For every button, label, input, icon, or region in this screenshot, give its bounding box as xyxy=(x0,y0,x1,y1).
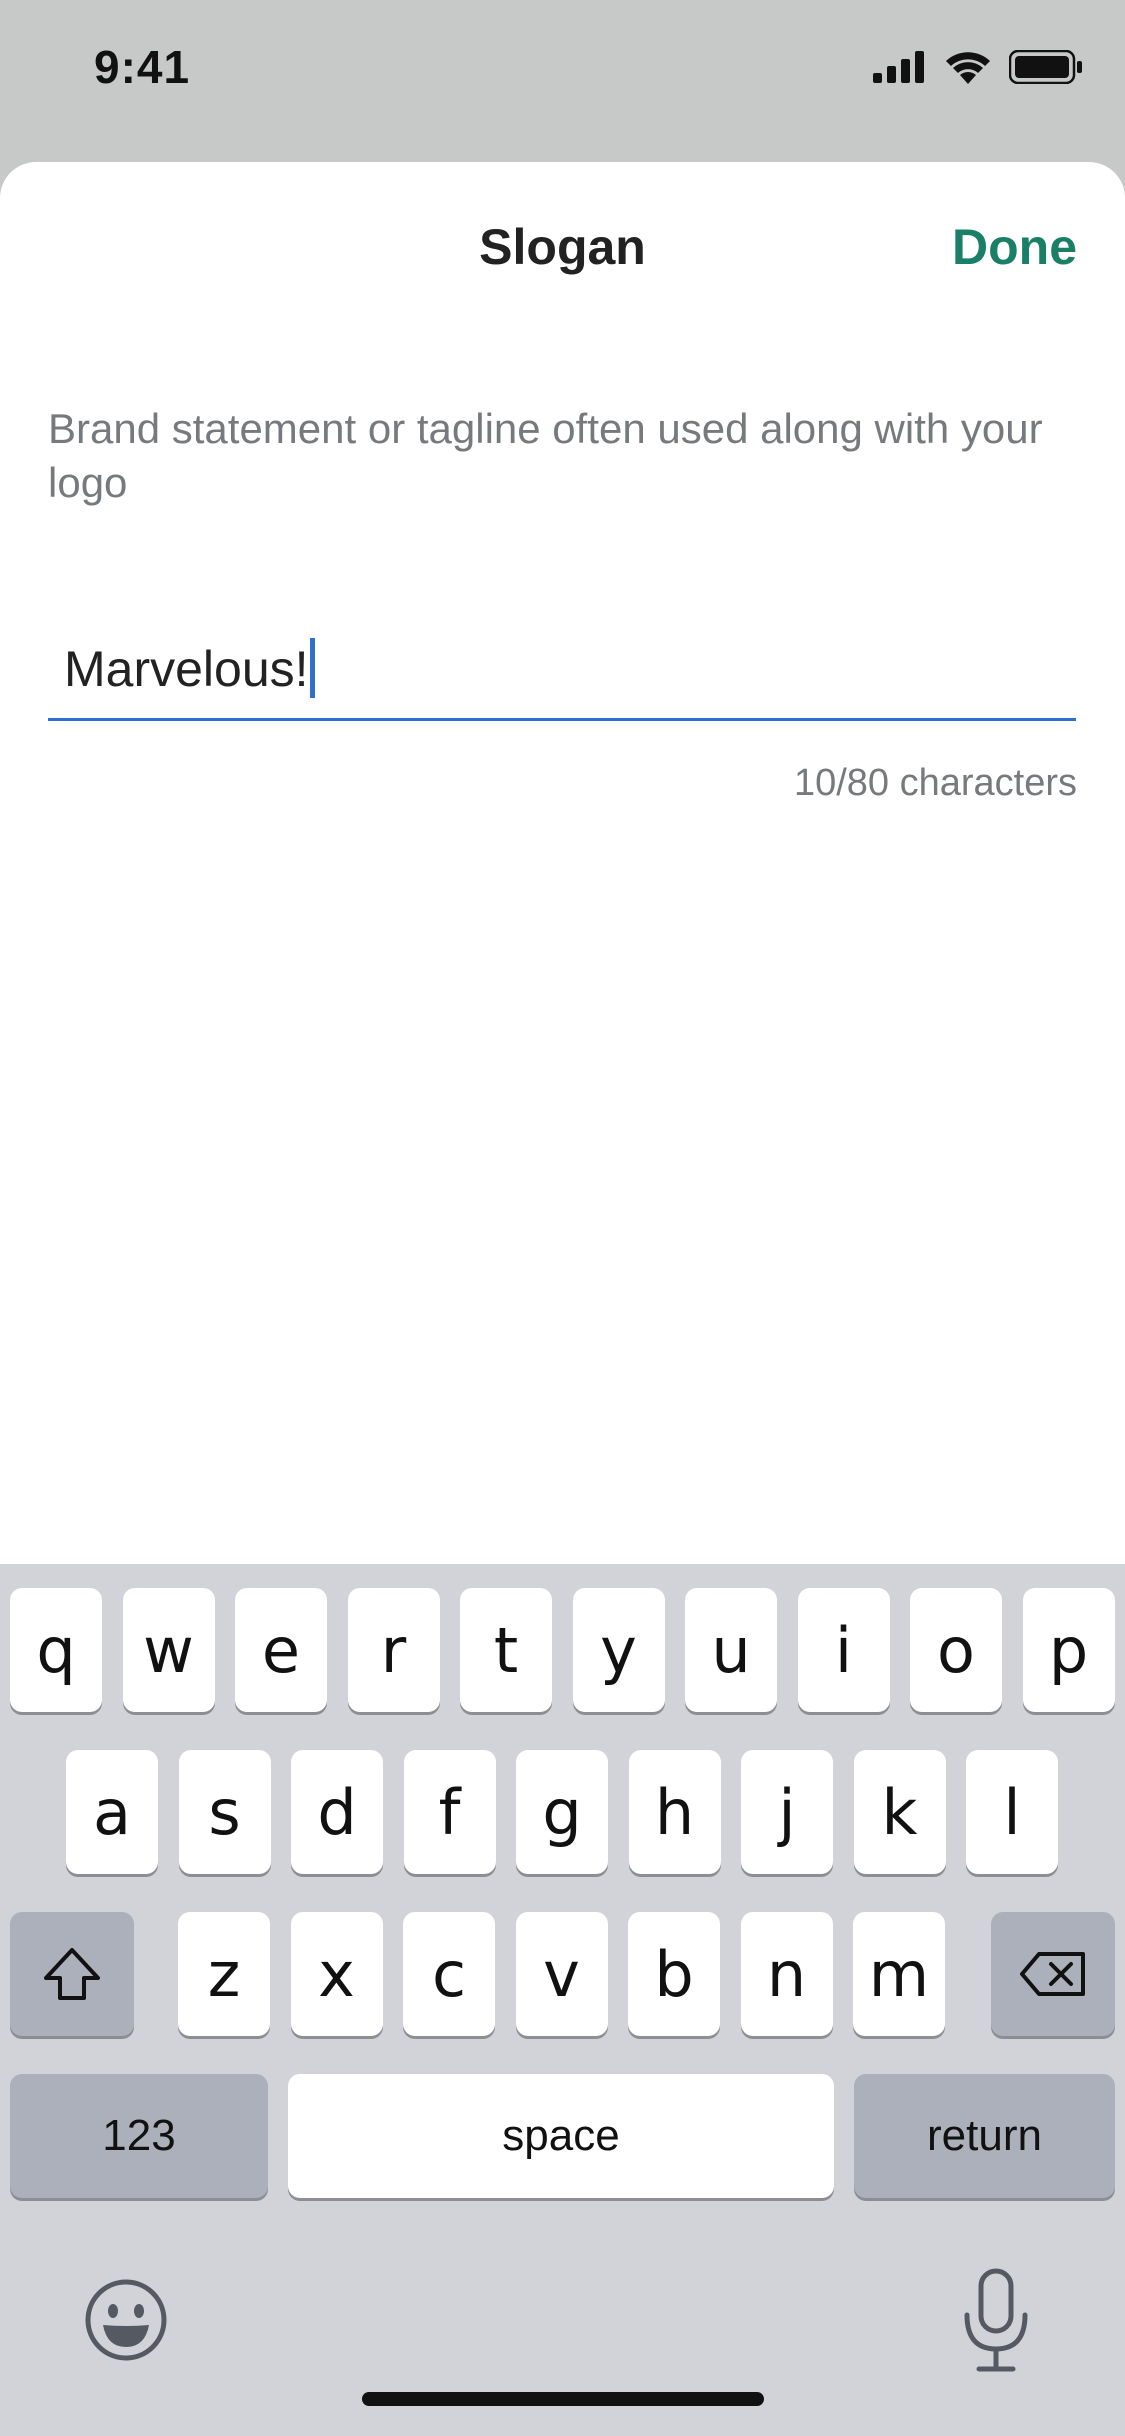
key-q[interactable]: q xyxy=(10,1588,102,1712)
key-z[interactable]: z xyxy=(178,1912,270,2036)
key-j[interactable]: j xyxy=(741,1750,833,1874)
shift-icon xyxy=(44,1948,100,2000)
battery-icon xyxy=(1009,50,1082,84)
key-u[interactable]: u xyxy=(685,1588,777,1712)
key-d[interactable]: d xyxy=(291,1750,383,1874)
slogan-input[interactable]: Marvelous! xyxy=(48,612,1076,721)
key-n[interactable]: n xyxy=(740,1912,833,2036)
status-bar: 9:41 xyxy=(0,0,1125,160)
character-count: 10/80 characters xyxy=(793,762,1077,804)
key-b[interactable]: b xyxy=(628,1912,720,2036)
wifi-icon xyxy=(946,52,990,84)
key-w[interactable]: w xyxy=(122,1588,215,1712)
done-button[interactable]: Done xyxy=(952,218,1077,276)
key-h[interactable]: h xyxy=(628,1750,721,1874)
return-key[interactable]: return xyxy=(854,2074,1115,2198)
key-i[interactable]: i xyxy=(797,1588,890,1712)
text-caret xyxy=(309,638,315,698)
status-time: 9:41 xyxy=(94,41,191,93)
key-l[interactable]: l xyxy=(966,1750,1058,1874)
slogan-input-value: Marvelous! xyxy=(64,638,315,698)
emoji-icon[interactable] xyxy=(82,2276,170,2364)
key-o[interactable]: o xyxy=(910,1588,1002,1712)
key-m[interactable]: m xyxy=(853,1912,945,2036)
space-key[interactable]: space xyxy=(288,2074,834,2198)
status-icons xyxy=(873,50,1083,84)
cellular-signal-icon xyxy=(873,51,924,83)
key-a[interactable]: a xyxy=(66,1750,158,1874)
key-c[interactable]: c xyxy=(403,1912,495,2036)
home-indicator xyxy=(362,2392,764,2406)
key-g[interactable]: g xyxy=(516,1750,608,1874)
key-t[interactable]: t xyxy=(460,1588,552,1712)
key-s[interactable]: s xyxy=(178,1750,271,1874)
microphone-icon[interactable] xyxy=(958,2266,1034,2376)
shift-key[interactable] xyxy=(10,1912,134,2036)
keyboard: qwertyuiop asdfghjkl zxcvbnm 123 space ret… xyxy=(0,1564,1125,2436)
key-e[interactable]: e xyxy=(235,1588,327,1712)
slogan-sheet: Slogan Done Brand statement or tagline o… xyxy=(0,162,1125,1564)
backspace-icon xyxy=(1020,1952,1085,1996)
key-r[interactable]: r xyxy=(347,1588,440,1712)
numbers-key[interactable]: 123 xyxy=(10,2074,268,2198)
key-f[interactable]: f xyxy=(403,1750,496,1874)
slogan-description: Brand statement or tagline often used al… xyxy=(48,405,1043,506)
key-x[interactable]: x xyxy=(290,1912,383,2036)
key-k[interactable]: k xyxy=(853,1750,946,1874)
key-v[interactable]: v xyxy=(515,1912,608,2036)
key-y[interactable]: y xyxy=(572,1588,665,1712)
key-p[interactable]: p xyxy=(1022,1588,1115,1712)
delete-key[interactable] xyxy=(991,1912,1115,2036)
